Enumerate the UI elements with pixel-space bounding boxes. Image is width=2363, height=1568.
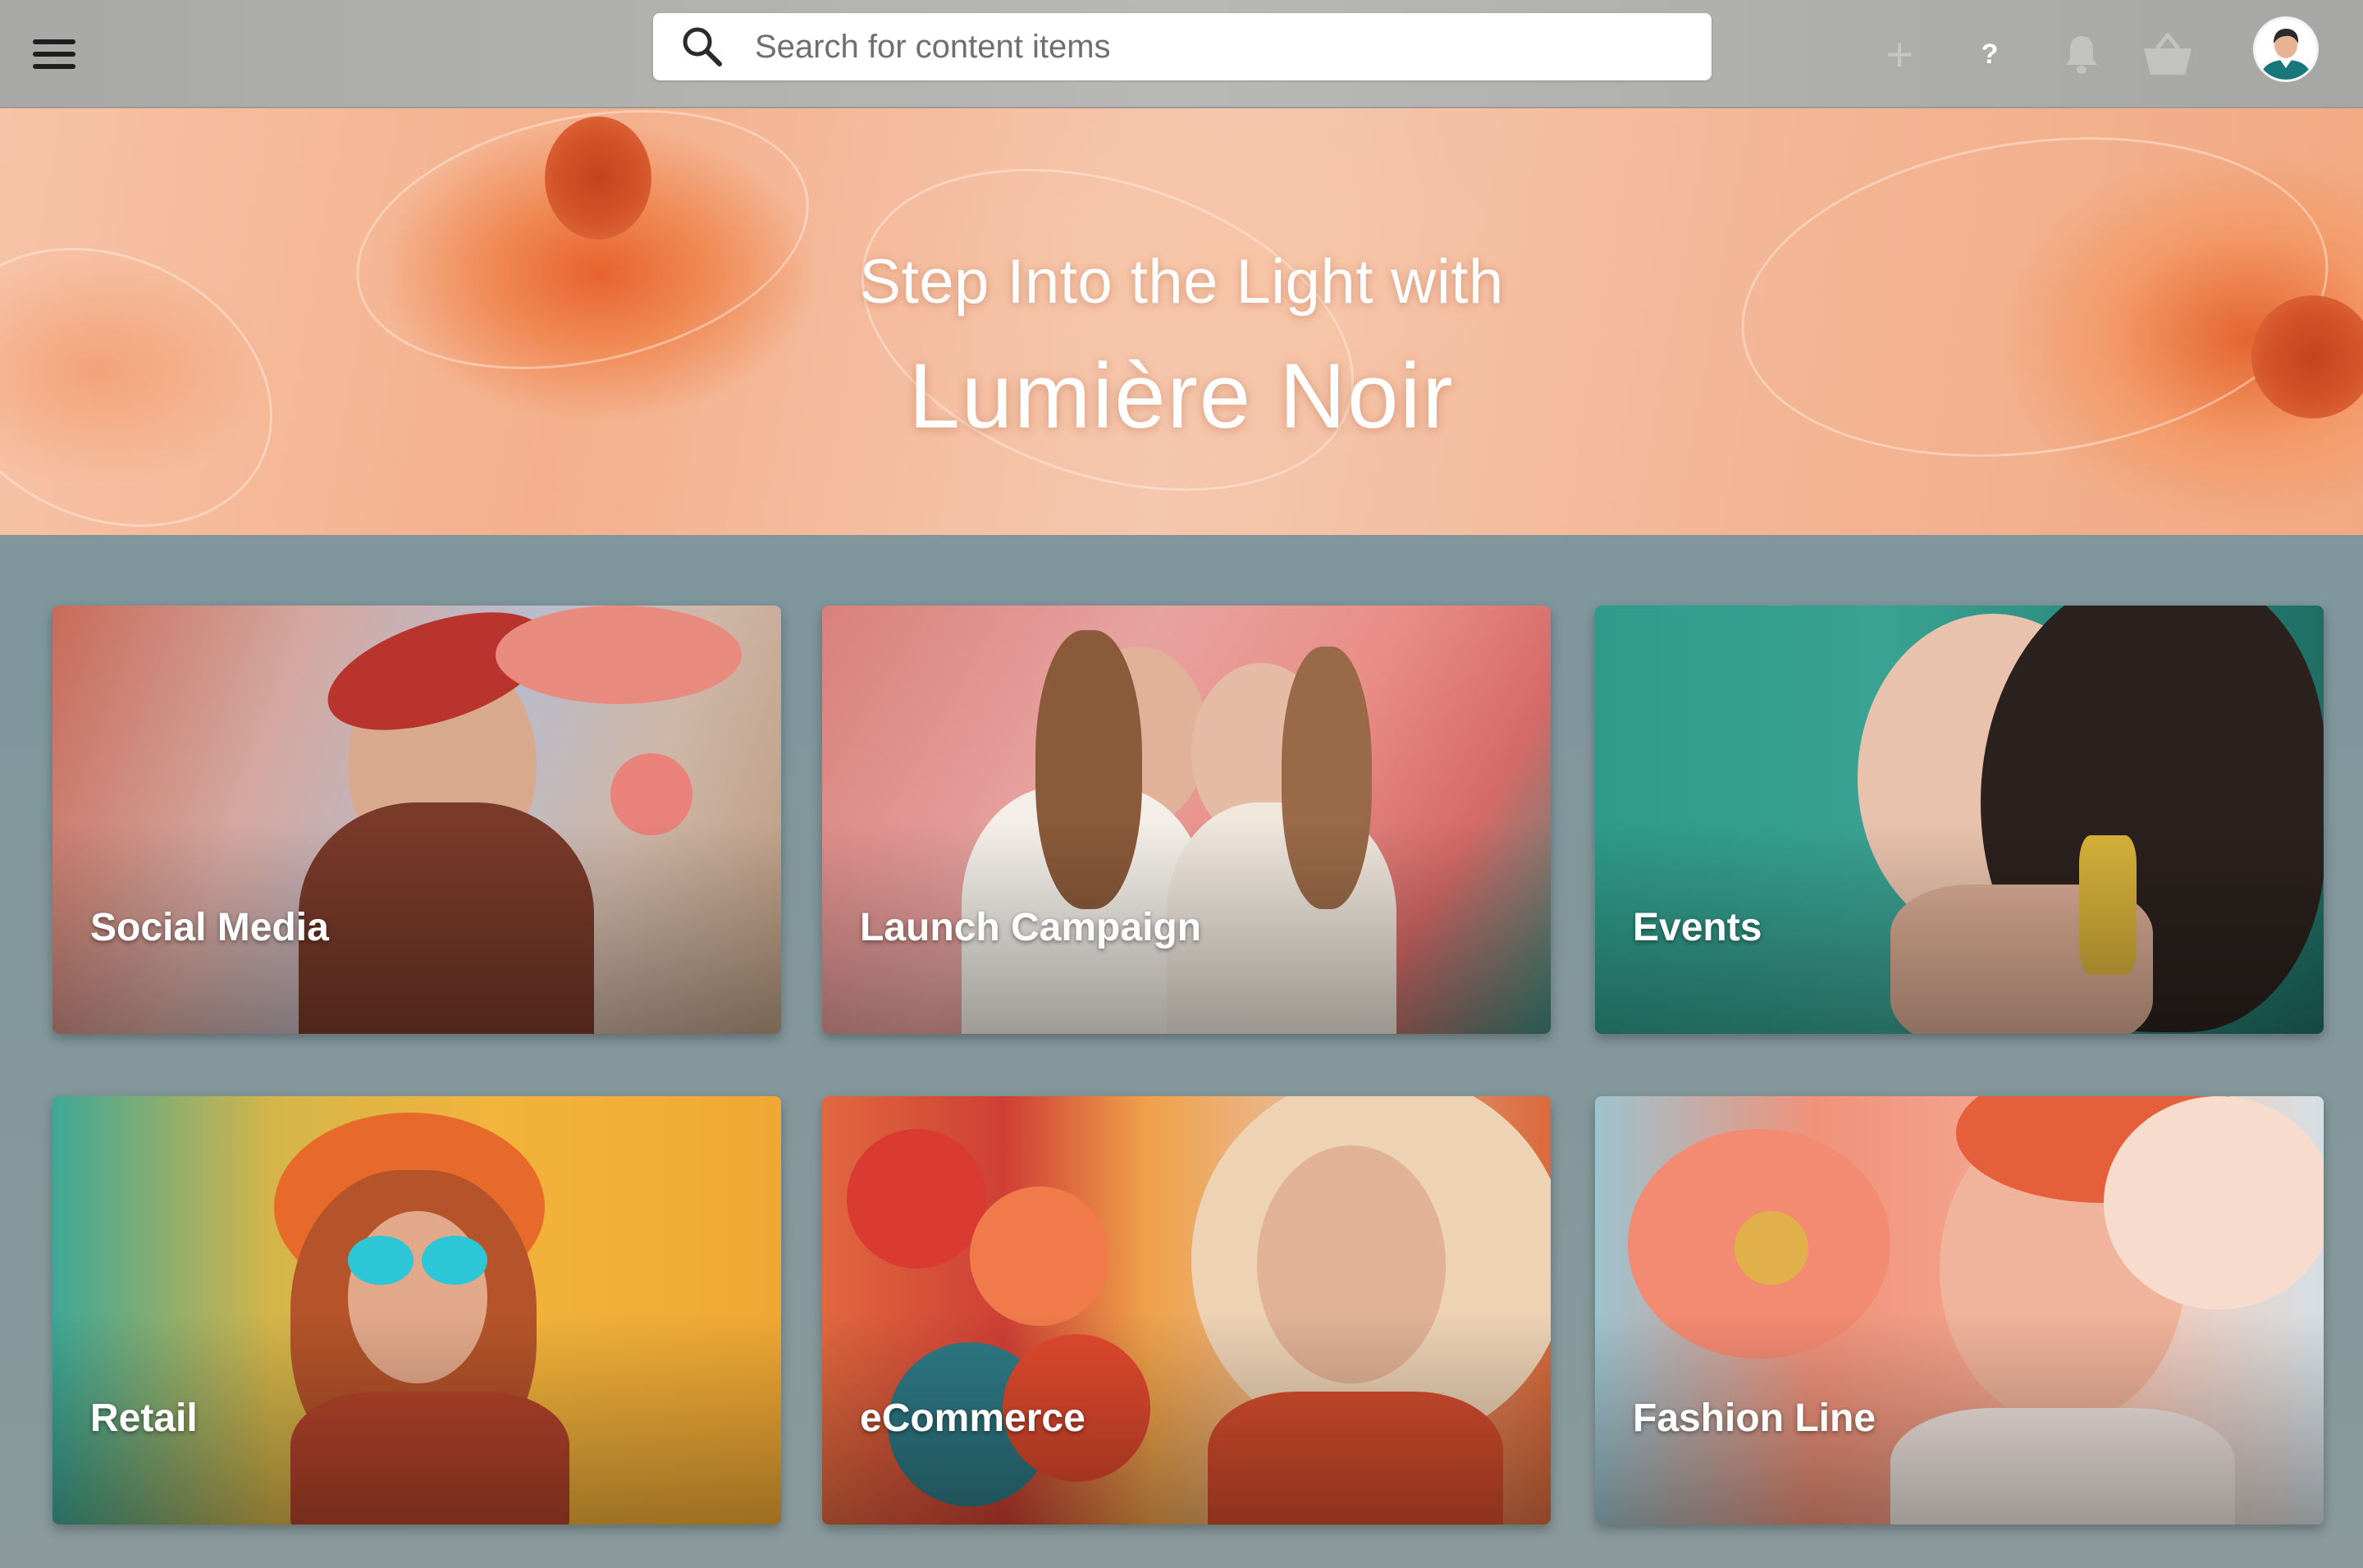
card-ecommerce[interactable]: eCommerce	[822, 1096, 1551, 1525]
avatar[interactable]	[2253, 16, 2319, 82]
search-input[interactable]	[755, 18, 1657, 75]
card-events[interactable]: Events	[1595, 606, 2324, 1034]
card-retail[interactable]: Retail	[53, 1096, 781, 1525]
basket-icon[interactable]	[2135, 26, 2201, 82]
card-label: Retail	[90, 1397, 198, 1440]
top-bar: + ?	[0, 0, 2363, 108]
card-label: Launch Campaign	[860, 906, 1202, 949]
hero-title: Lumière Noir	[908, 345, 1455, 447]
hero-banner: Step Into the Light with Lumière Noir	[0, 108, 2363, 535]
top-right-actions: + ?	[1871, 0, 2363, 108]
card-label: Social Media	[90, 906, 329, 949]
search-icon[interactable]	[653, 13, 752, 80]
card-label: Fashion Line	[1633, 1397, 1876, 1440]
hamburger-menu-icon[interactable]	[33, 30, 85, 79]
card-label: Events	[1633, 906, 1762, 949]
plus-icon[interactable]: +	[1871, 26, 1928, 82]
card-label: eCommerce	[860, 1397, 1086, 1440]
question-icon[interactable]: ?	[1961, 26, 2018, 82]
card-fashion-line[interactable]: Fashion Line	[1595, 1096, 2324, 1525]
bell-icon[interactable]	[2053, 26, 2110, 82]
card-social-media[interactable]: Social Media	[53, 606, 781, 1034]
card-launch-campaign[interactable]: Launch Campaign	[822, 606, 1551, 1034]
hero-subtitle: Step Into the Light with	[859, 247, 1504, 317]
search-bar[interactable]	[653, 13, 1712, 80]
